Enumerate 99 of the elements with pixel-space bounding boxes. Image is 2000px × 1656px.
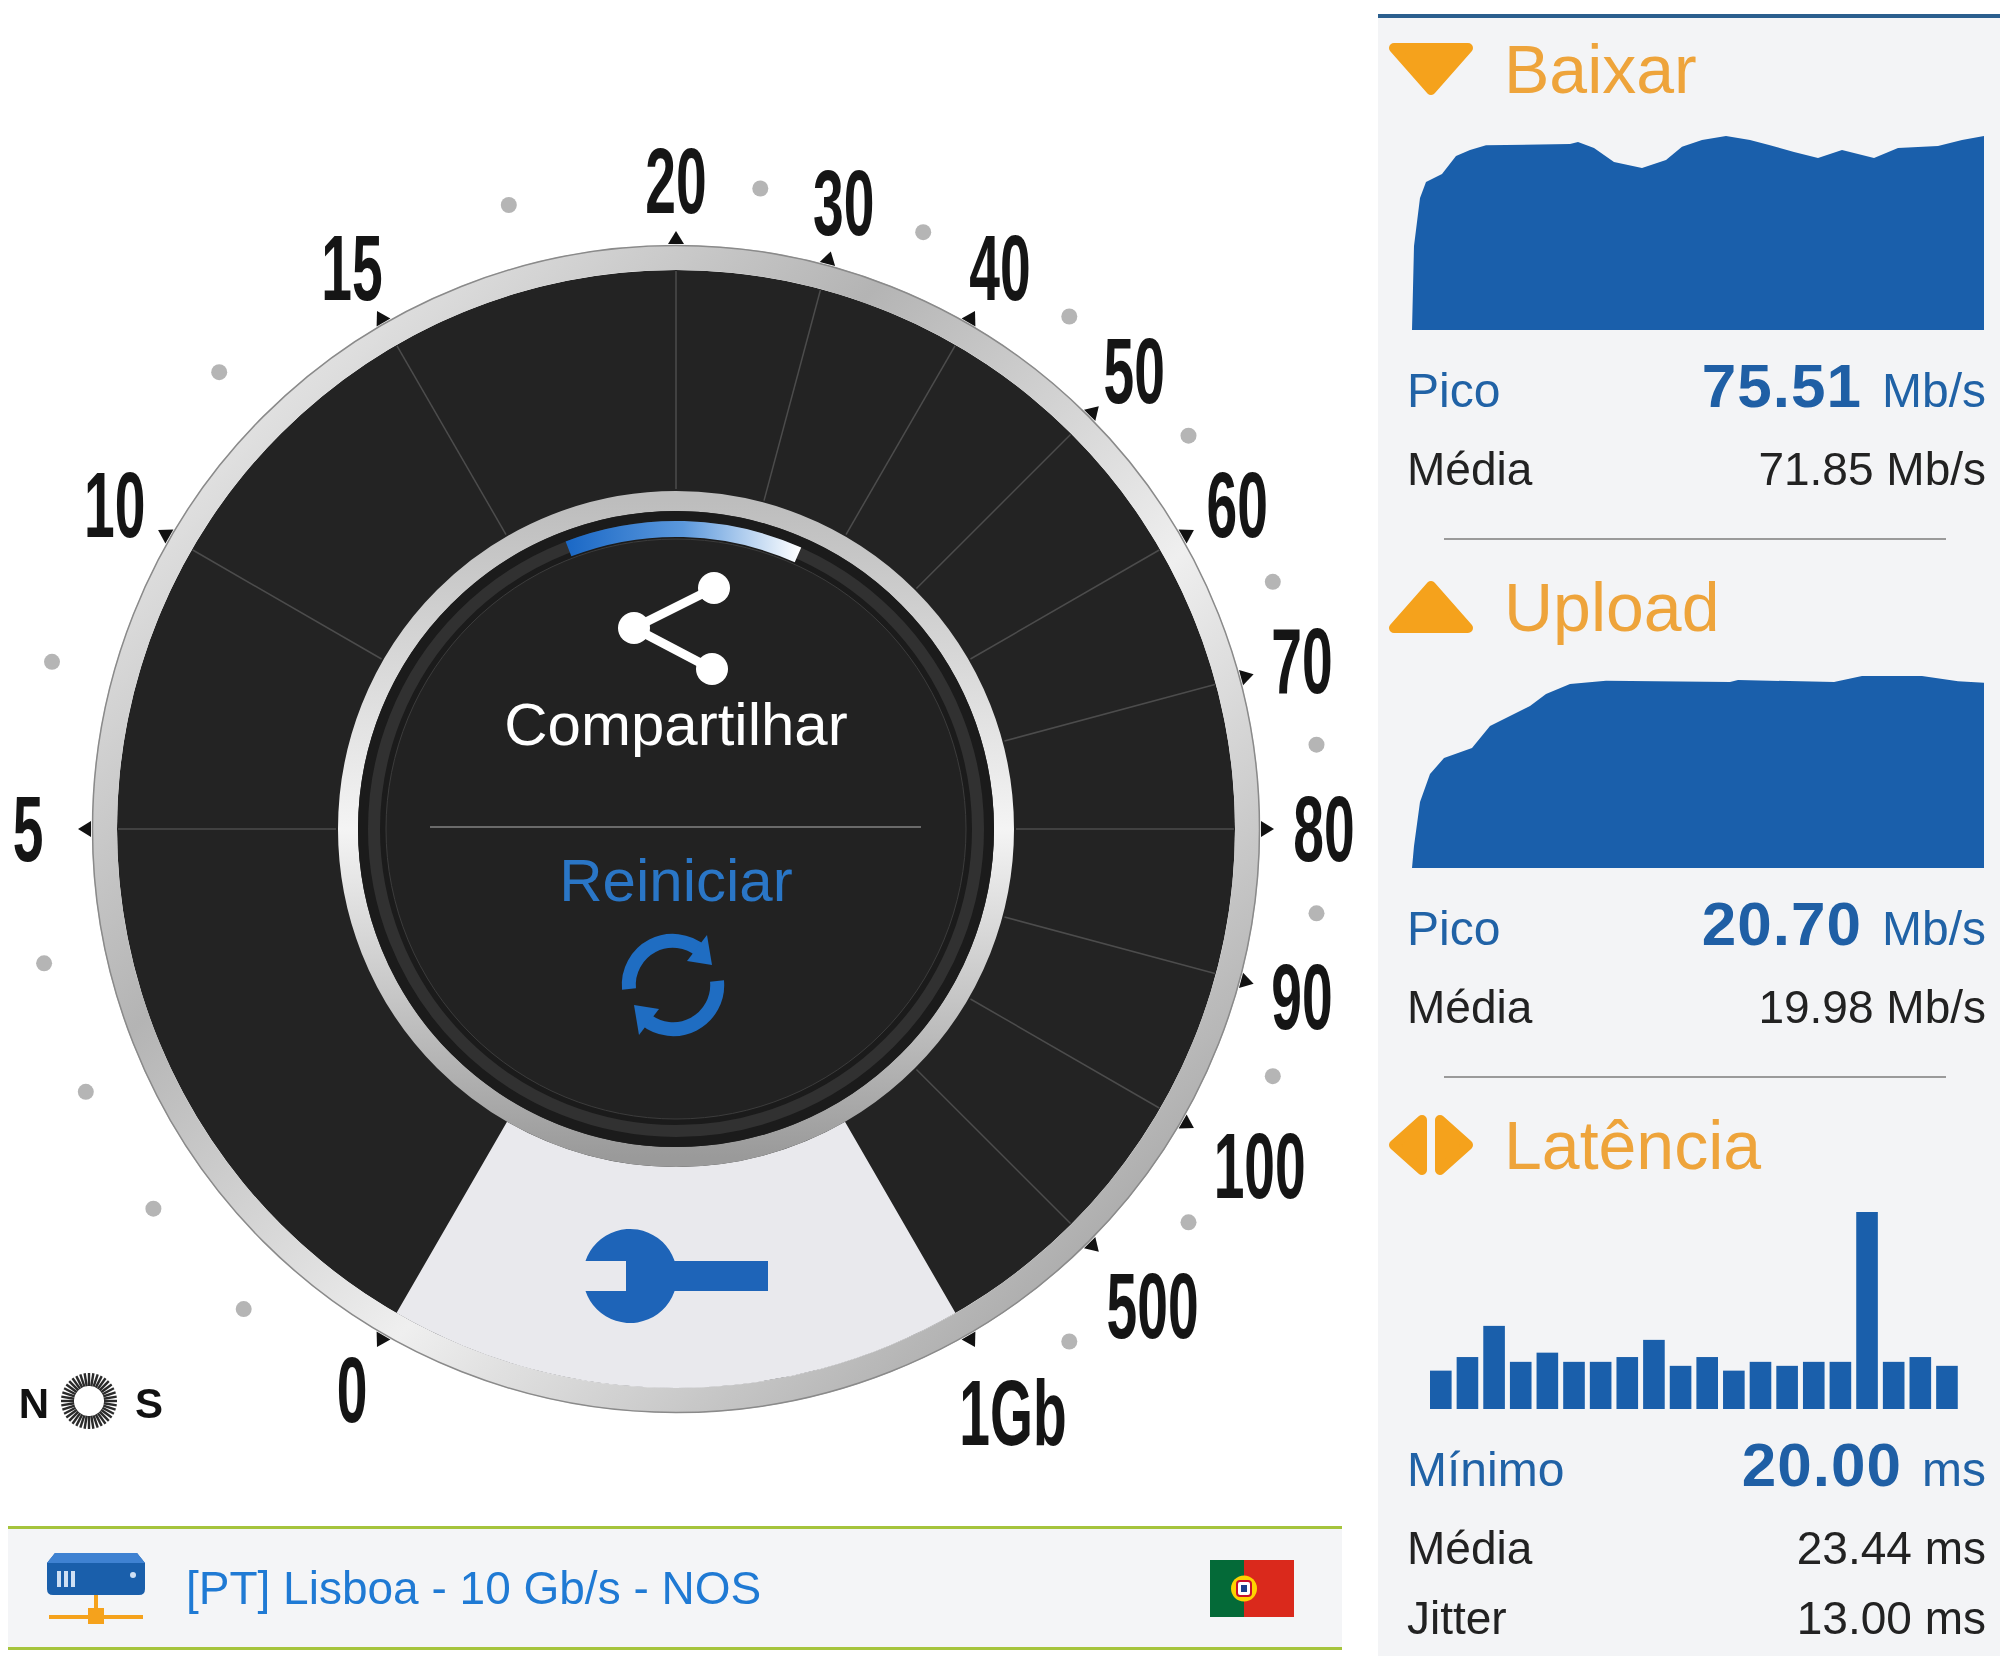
latency-bar xyxy=(1936,1365,1958,1409)
latency-bar xyxy=(1643,1339,1665,1409)
scale-dot xyxy=(44,653,60,670)
tick-marker xyxy=(1261,821,1274,837)
stat-value: 23.44 ms xyxy=(1796,1521,1986,1576)
unit-label: Mb/s xyxy=(1882,363,1986,419)
tick-marker xyxy=(1178,529,1194,544)
scale-label: 40 xyxy=(969,216,1031,320)
server-icon xyxy=(45,1550,147,1626)
scale-label: 80 xyxy=(1293,777,1355,881)
tick-marker xyxy=(158,529,174,544)
scale-label: 50 xyxy=(1103,319,1165,423)
unit-label: Mb/s xyxy=(1882,901,1986,957)
wrench-icon xyxy=(585,1229,768,1323)
latency-bar xyxy=(1776,1365,1798,1409)
scale-dot xyxy=(211,364,228,381)
logo-text: N xyxy=(18,1379,50,1427)
scale-label: 1Gb xyxy=(959,1361,1067,1465)
sunburst-ring-icon xyxy=(61,1373,117,1429)
scale-dot xyxy=(752,180,769,197)
stat-label: Jitter xyxy=(1407,1591,1507,1646)
left-right-triangles-icon xyxy=(1386,1113,1476,1177)
stat-value: 20.70 xyxy=(1701,892,1862,956)
tick-marker xyxy=(961,1331,976,1347)
latency-bar xyxy=(1669,1365,1692,1409)
tick-marker xyxy=(1084,1237,1099,1252)
stat-label: Pico xyxy=(1407,363,1501,419)
tick-marker xyxy=(1239,669,1254,686)
scale-label: 90 xyxy=(1271,945,1333,1049)
stat-label: Média xyxy=(1407,980,1533,1035)
scale-dot xyxy=(500,197,517,213)
tick-marker xyxy=(668,231,684,244)
tick-marker xyxy=(819,251,836,266)
tick-marker xyxy=(376,1331,391,1347)
refresh-icon xyxy=(621,933,725,1037)
section-title: Latência xyxy=(1504,1110,1762,1180)
stat-value: 20.00 xyxy=(1741,1433,1902,1497)
latency-bar xyxy=(1616,1357,1639,1409)
stat-label: Pico xyxy=(1407,901,1501,957)
scale-label: 5 xyxy=(12,777,44,881)
section-title: Baixar xyxy=(1504,34,1697,104)
flag-icon xyxy=(1210,1559,1294,1617)
share-icon xyxy=(618,572,730,685)
scale-dot xyxy=(1308,905,1325,922)
scale-dot xyxy=(77,1083,94,1100)
latency-bar xyxy=(1723,1370,1745,1409)
scale-label: 15 xyxy=(321,216,383,320)
latency-bar xyxy=(1829,1361,1852,1409)
latency-bar xyxy=(1696,1357,1718,1409)
stat-value: 71.85 Mb/s xyxy=(1758,442,1986,497)
scale-dot xyxy=(1180,427,1197,444)
scale-dot xyxy=(1264,1068,1281,1085)
scale-dot xyxy=(1264,573,1281,590)
stat-label: Média xyxy=(1407,1521,1533,1576)
tick-marker xyxy=(1178,1114,1194,1129)
latency-bar xyxy=(1802,1361,1825,1409)
scale-label: 100 xyxy=(1213,1114,1306,1218)
scale-dot xyxy=(145,1200,162,1217)
latency-bar xyxy=(1909,1357,1932,1409)
stat-label: Mínimo xyxy=(1407,1442,1565,1498)
stat-value: 13.00 ms xyxy=(1796,1591,1986,1646)
restart-button[interactable]: Reiniciar xyxy=(559,846,793,1037)
latency-bar xyxy=(1509,1361,1532,1409)
latency-bar xyxy=(1749,1361,1772,1409)
latency-bar xyxy=(1563,1361,1585,1409)
stat-value: 19.98 Mb/s xyxy=(1758,980,1986,1035)
scale-label: 20 xyxy=(645,129,707,233)
latency-bar xyxy=(1536,1352,1559,1409)
tick-marker xyxy=(376,311,391,327)
tick-marker xyxy=(78,821,91,837)
tick-marker xyxy=(961,311,976,327)
latency-bar xyxy=(1456,1357,1479,1409)
scale-label: 70 xyxy=(1271,609,1333,713)
scale-dot xyxy=(1308,736,1325,753)
scale-dot xyxy=(1061,1333,1078,1350)
scale-dot xyxy=(1180,1214,1197,1231)
latency-bar xyxy=(1589,1361,1612,1409)
scale-label: 60 xyxy=(1206,453,1268,557)
latency-bar xyxy=(1882,1361,1905,1409)
scale-dot xyxy=(36,955,53,972)
scale-label: 500 xyxy=(1106,1254,1199,1358)
triangle-down-icon xyxy=(1386,42,1476,96)
stat-label: Média xyxy=(1407,442,1533,497)
settings-button[interactable] xyxy=(396,1121,956,1388)
triangle-up-icon xyxy=(1386,580,1476,634)
logo-text: S xyxy=(135,1379,163,1427)
scale-label: 0 xyxy=(336,1338,368,1442)
scale-dot xyxy=(235,1301,252,1318)
unit-label: ms xyxy=(1922,1442,1986,1498)
server-button[interactable]: [PT] Lisboa - 10 Gb/s - NOS xyxy=(8,1526,1342,1650)
tick-marker xyxy=(1239,972,1254,989)
scale-dot xyxy=(1061,308,1078,325)
share-button[interactable]: Compartilhar xyxy=(504,572,848,758)
scale-label: 30 xyxy=(813,151,875,255)
stat-value: 75.51 xyxy=(1701,354,1862,418)
latency-bar xyxy=(1430,1370,1452,1409)
scale-dot xyxy=(915,224,932,241)
tick-marker xyxy=(1084,406,1099,421)
scale-label: 10 xyxy=(84,453,146,557)
